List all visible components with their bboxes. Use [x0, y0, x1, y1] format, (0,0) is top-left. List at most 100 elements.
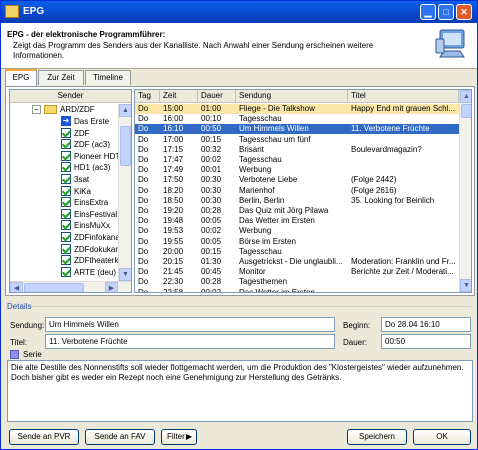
- tree-group-row[interactable]: − ARD/ZDF: [10, 104, 120, 115]
- channel-checkbox[interactable]: [61, 243, 71, 254]
- channel-checkbox[interactable]: [61, 266, 71, 277]
- cell-dauer: 00:15: [201, 246, 222, 256]
- channel-checkbox[interactable]: [61, 139, 71, 150]
- grid-header: Tag Zeit Dauer Sendung Titel: [135, 90, 459, 103]
- program-row[interactable]: Do 20:15 01:30 Ausgetrickst - Die unglaubli…: [135, 257, 459, 267]
- channel-label: ZDFtheaterk: [74, 256, 119, 266]
- scroll-left-icon[interactable]: ◀: [10, 282, 23, 292]
- program-row[interactable]: Do 20:00 00:15 Tagesschau: [135, 247, 459, 257]
- program-row[interactable]: Do 17:47 00:02 Tagesschau: [135, 155, 459, 165]
- channel-item[interactable]: EinsMuXx: [10, 220, 117, 231]
- program-row[interactable]: Do 15:00 01:00 Fliege - Die Talkshow Happy E…: [135, 104, 459, 114]
- ok-button[interactable]: OK: [413, 429, 471, 445]
- program-row[interactable]: Do 18:50 00:30 Berlin, Berlin 35. Looking fo…: [135, 196, 459, 206]
- channel-checkbox[interactable]: [61, 255, 71, 266]
- cell-titel: [348, 216, 459, 226]
- dauer-label: Dauer:: [343, 338, 368, 347]
- channel-checkbox[interactable]: [61, 208, 71, 219]
- program-row[interactable]: Do 19:20 00:28 Das Quiz mit Jörg Pilawa: [135, 206, 459, 216]
- channel-item[interactable]: EinsExtra: [10, 197, 117, 208]
- channel-checkbox[interactable]: [61, 150, 71, 161]
- collapse-icon[interactable]: −: [32, 105, 41, 114]
- send-to-fav-button[interactable]: Sende an FAV: [85, 429, 155, 445]
- channel-item[interactable]: HD1 (ac3): [10, 162, 117, 173]
- channel-checkbox[interactable]: [61, 220, 71, 231]
- scroll-right-icon[interactable]: ▶: [105, 282, 118, 292]
- channel-item[interactable]: ZDFinfokanal: [10, 232, 122, 243]
- title-bar[interactable]: EPG ▁ □ ✕: [1, 1, 477, 23]
- dauer-field[interactable]: 00:50: [381, 334, 471, 349]
- program-grid[interactable]: Tag Zeit Dauer Sendung Titel Do 15:00 01:0…: [134, 89, 472, 293]
- description-text[interactable]: Die alte Destille des Nonnenstifts soll …: [7, 360, 473, 422]
- beginn-field[interactable]: Do 28.04 16:10: [381, 317, 471, 332]
- grid-scroll-up-icon[interactable]: ▲: [460, 90, 471, 103]
- program-row[interactable]: Do 17:49 00:01 Werbung: [135, 165, 459, 175]
- channel-checkbox[interactable]: [61, 197, 71, 208]
- grid-scroll-thumb[interactable]: [461, 104, 471, 118]
- channel-item[interactable]: ZDFdokukanal: [10, 243, 126, 255]
- sendung-field[interactable]: Um Himmels Willen: [45, 317, 335, 332]
- cell-sendung: Das Wetter im Ersten: [239, 216, 315, 226]
- channel-item[interactable]: 3sat: [10, 174, 117, 185]
- scroll-thumb-horizontal[interactable]: [24, 283, 84, 292]
- column-header-zeit[interactable]: Zeit: [160, 90, 198, 103]
- program-row[interactable]: Do 18:20 00:30 Marienhof (Folge 2616): [135, 186, 459, 196]
- channel-item[interactable]: KiKa: [10, 185, 117, 197]
- channel-checkbox[interactable]: [61, 162, 71, 173]
- header-description: Zeigt das Programm des Senders aus der K…: [13, 41, 374, 60]
- program-row[interactable]: Do 22:30 00:28 Tagesthemen: [135, 277, 459, 287]
- program-row[interactable]: Do 16:00 00:10 Tagesschau: [135, 114, 459, 124]
- program-row[interactable]: Do 17:00 00:15 Tagesschau um fünf: [135, 135, 459, 145]
- program-row[interactable]: Do 17:15 00:32 Brisant Boulevardmagazin?: [135, 145, 459, 155]
- channel-label: Pioneer HDT: [74, 151, 121, 161]
- titel-field[interactable]: 11. Verbotene Früchte: [45, 334, 335, 349]
- channel-label: KiKa: [74, 186, 91, 196]
- channel-item[interactable]: Pioneer HDT: [10, 150, 121, 162]
- cell-zeit: 18:50: [163, 195, 184, 205]
- channel-checkbox[interactable]: [61, 185, 71, 196]
- tree-header-sender[interactable]: Sender: [10, 90, 131, 103]
- program-row[interactable]: Do 22:58 00:02 Das Wetter im Ersten: [135, 288, 459, 292]
- scroll-thumb[interactable]: [120, 126, 131, 166]
- program-row-selected[interactable]: Do 16:10 00:50 Um Himmels Willen 11. Verbote…: [135, 124, 459, 135]
- channel-item[interactable]: ARTE (deu): [10, 266, 117, 278]
- send-to-pvr-button[interactable]: Sende an PVR: [9, 429, 79, 445]
- column-header-sendung[interactable]: Sendung: [236, 90, 348, 103]
- scroll-down-icon[interactable]: ▼: [119, 268, 131, 281]
- program-row[interactable]: Do 19:48 00:05 Das Wetter im Ersten: [135, 216, 459, 226]
- save-button[interactable]: Speichern: [347, 429, 407, 445]
- column-header-titel[interactable]: Titel: [348, 90, 459, 103]
- minimize-button[interactable]: ▁: [420, 4, 436, 20]
- close-button[interactable]: ✕: [456, 4, 472, 20]
- channel-item[interactable]: ZDF (ac3): [10, 139, 117, 150]
- tab-epg[interactable]: EPG: [5, 69, 37, 86]
- program-row[interactable]: Do 19:55 00:05 Börse im Ersten: [135, 237, 459, 247]
- tab-zur-zeit[interactable]: Zur Zeit: [38, 70, 84, 85]
- channel-checkbox[interactable]: [61, 174, 71, 184]
- sendung-label: Sendung:: [10, 321, 45, 330]
- program-row[interactable]: Do 17:50 00:30 Verbotene Liebe (Folge 2442): [135, 175, 459, 185]
- maximize-button[interactable]: □: [438, 4, 454, 20]
- channel-item[interactable]: ZDFtheaterk: [10, 255, 119, 266]
- tree-vertical-scrollbar[interactable]: ▲ ▼: [118, 104, 131, 281]
- program-row[interactable]: Do 19:53 00:02 Werbung: [135, 226, 459, 236]
- tab-timeline[interactable]: Timeline: [85, 70, 131, 85]
- column-header-tag[interactable]: Tag: [135, 90, 160, 103]
- filter-button[interactable]: Filter ▶: [161, 429, 197, 445]
- column-header-dauer[interactable]: Dauer: [198, 90, 236, 103]
- channel-label: Das Erste: [74, 117, 110, 126]
- program-row[interactable]: Do 21:45 00:45 Monitor Berichte zur Zeit / M…: [135, 267, 459, 277]
- channel-item[interactable]: ZDF: [10, 127, 117, 139]
- channel-item[interactable]: EinsFestival: [10, 208, 117, 220]
- grid-vertical-scrollbar[interactable]: ▲ ▼: [459, 90, 471, 292]
- grid-scroll-down-icon[interactable]: ▼: [460, 279, 471, 292]
- cell-dauer: 00:28: [201, 277, 222, 287]
- cell-titel: Boulevardmagazin?: [351, 144, 422, 154]
- cell-tag: Do: [138, 257, 149, 266]
- channel-item[interactable]: ➜ Das Erste: [10, 116, 117, 127]
- channel-tree[interactable]: Sender − ARD/ZDF ➜ Das Erste ZDF ZDF (ac3) P…: [9, 89, 132, 293]
- scroll-up-icon[interactable]: ▲: [119, 104, 131, 117]
- channel-checkbox[interactable]: [61, 127, 71, 138]
- channel-checkbox[interactable]: [61, 232, 71, 242]
- tree-horizontal-scrollbar[interactable]: ◀ ▶: [10, 281, 131, 292]
